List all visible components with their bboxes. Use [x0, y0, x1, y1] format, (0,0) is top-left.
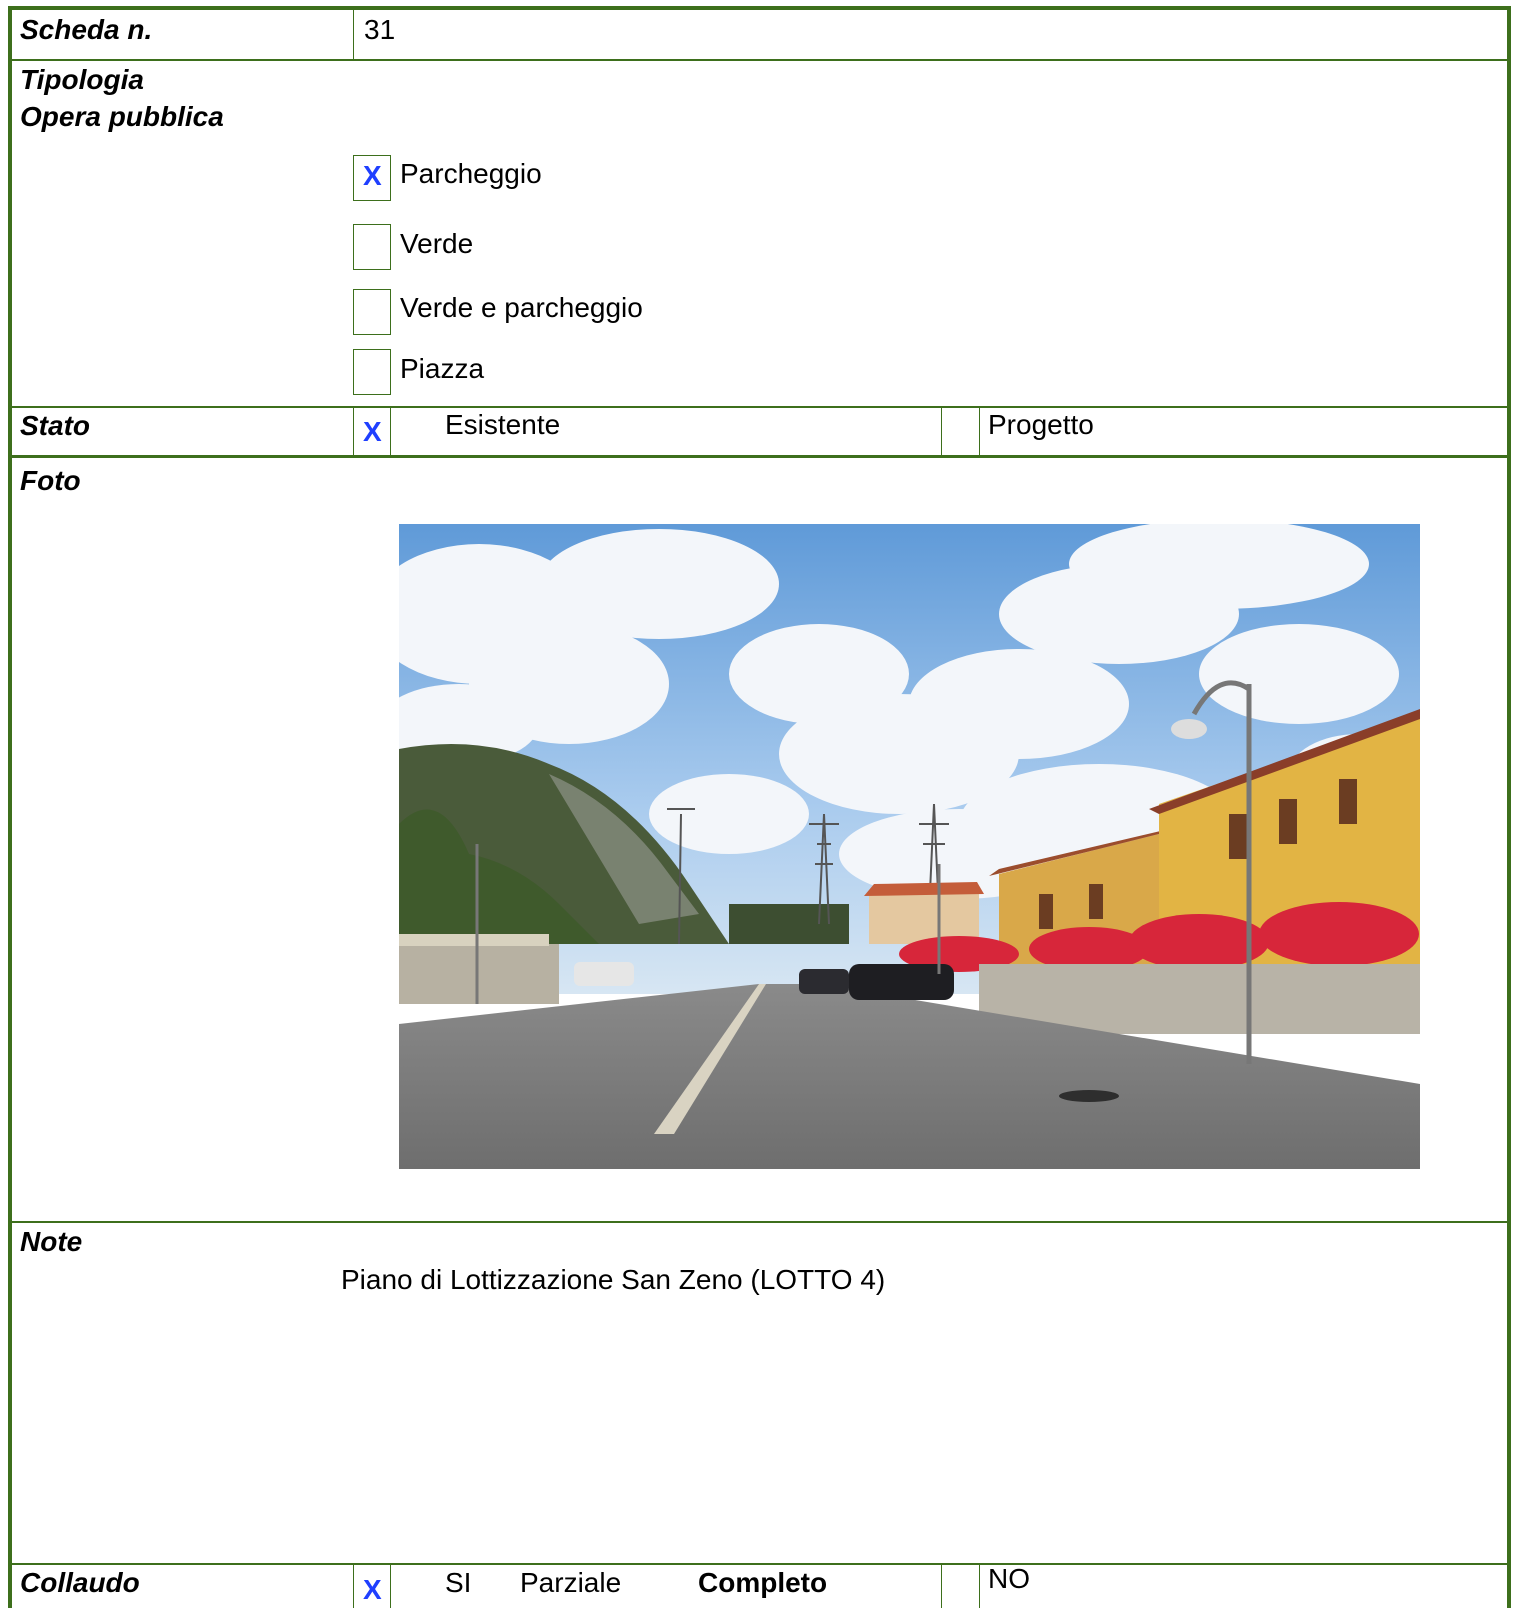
- foto-label: Foto: [20, 465, 81, 496]
- tipologia-label: Tipologia: [20, 64, 144, 95]
- verde-e-parcheggio-checkbox[interactable]: [353, 289, 391, 335]
- row-divider-collaudo: [12, 1563, 1507, 1565]
- verde-option-label: Verde: [400, 228, 474, 259]
- col-divider-collaudo-1: [353, 1565, 354, 1608]
- piazza-option-label: Piazza: [400, 353, 485, 384]
- collaudo-parziale-label: Parziale: [520, 1567, 622, 1598]
- note-label: Note: [20, 1226, 83, 1257]
- row-divider-scheda: [12, 59, 1507, 61]
- stato-label: Stato: [20, 410, 90, 441]
- col-divider-collaudo-3: [941, 1565, 942, 1608]
- top-border: [8, 6, 1510, 10]
- parcheggio-check-mark: X: [363, 160, 382, 191]
- collaudo-no-label: NO: [988, 1563, 1030, 1594]
- collaudo-check-mark[interactable]: X: [363, 1574, 382, 1606]
- row-divider-stato-bottom: [12, 455, 1507, 458]
- street-parking-photo: [399, 524, 1420, 1169]
- stato-progetto-label: Progetto: [988, 409, 1094, 440]
- parcheggio-option-label: Parcheggio: [400, 158, 542, 189]
- row-divider-stato-top: [12, 406, 1507, 408]
- col-divider-stato-3: [941, 408, 942, 456]
- col-divider-scheda: [353, 10, 354, 60]
- stato-esistente-label: Esistente: [445, 409, 561, 440]
- verde-e-parcheggio-option-label: Verde e parcheggio: [400, 292, 643, 323]
- note-text: Piano di Lottizzazione San Zeno (LOTTO 4…: [341, 1264, 886, 1295]
- col-divider-stato-4: [979, 408, 980, 456]
- col-divider-stato-1: [353, 408, 354, 456]
- col-divider-collaudo-4: [979, 1565, 980, 1608]
- col-divider-collaudo-2: [390, 1565, 391, 1608]
- col-divider-stato-2: [390, 408, 391, 456]
- collaudo-label: Collaudo: [20, 1567, 140, 1598]
- row-divider-note: [12, 1221, 1507, 1223]
- left-border: [8, 6, 12, 1608]
- stato-check-mark[interactable]: X: [363, 416, 382, 448]
- collaudo-si-label: SI: [445, 1567, 472, 1598]
- piazza-checkbox[interactable]: [353, 349, 391, 395]
- right-border: [1507, 6, 1511, 1608]
- scheda-number: 31: [364, 14, 396, 45]
- verde-checkbox[interactable]: [353, 224, 391, 270]
- scheda-label: Scheda n.: [20, 14, 153, 45]
- opera-pubblica-label: Opera pubblica: [20, 101, 224, 132]
- collaudo-completo-label: Completo: [698, 1567, 828, 1598]
